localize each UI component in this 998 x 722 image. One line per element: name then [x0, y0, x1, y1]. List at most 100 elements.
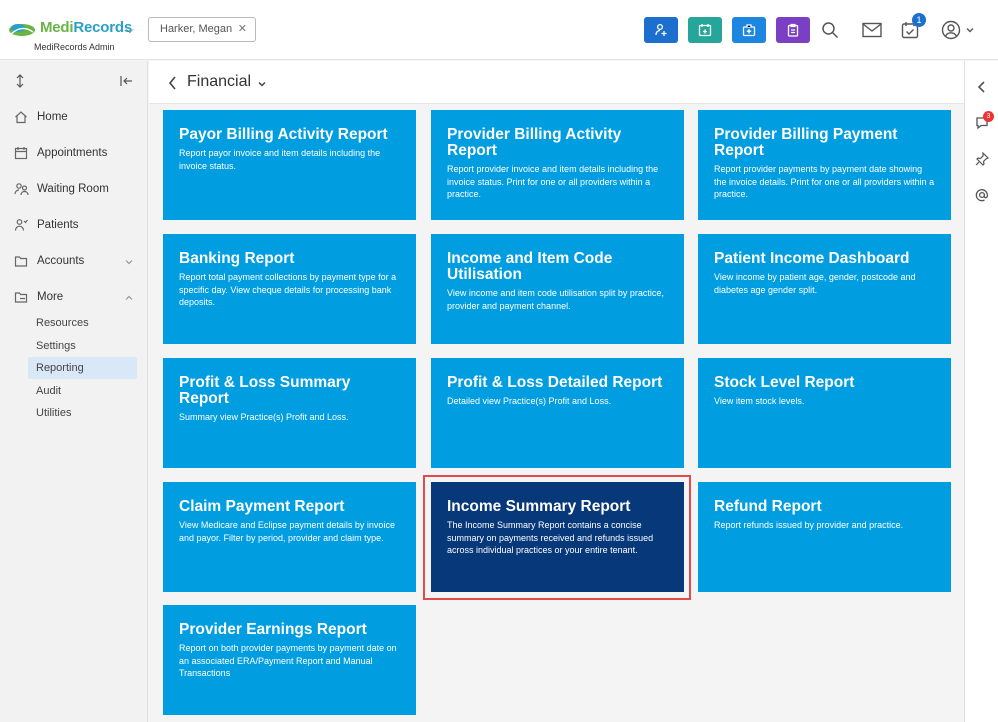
- report-card[interactable]: Banking Report Report total payment coll…: [163, 234, 416, 344]
- report-card-title: Stock Level Report: [714, 374, 855, 391]
- people-icon: [13, 181, 29, 197]
- main-content: Financial Payor Billing Activity Report …: [149, 61, 964, 722]
- rail-expand-button[interactable]: [972, 77, 992, 97]
- chevron-down-icon[interactable]: [257, 79, 267, 89]
- report-card-title: Claim Payment Report: [179, 498, 345, 515]
- calendar-add-icon: [698, 24, 712, 37]
- sidebar-item-patients[interactable]: Patients: [0, 211, 148, 239]
- pin-icon: [975, 152, 989, 166]
- sidebar-subitem-audit[interactable]: Audit: [28, 380, 137, 402]
- report-card[interactable]: Claim Payment Report View Medicare and E…: [163, 482, 416, 592]
- brand-subtitle: MediRecords Admin: [34, 42, 115, 52]
- notification-badge: 3: [983, 111, 994, 122]
- medical-case-icon: [742, 24, 756, 37]
- report-card-description: Report total payment collections by paym…: [179, 272, 397, 307]
- report-card[interactable]: Refund Report Report refunds issued by p…: [698, 482, 951, 592]
- report-card[interactable]: Provider Billing Payment Report Report p…: [698, 110, 951, 220]
- report-card-description: Report refunds issued by provider and pr…: [714, 520, 904, 530]
- sidebar-item-waiting-room[interactable]: Waiting Room: [0, 175, 148, 203]
- user-menu-button[interactable]: [938, 18, 978, 42]
- add-patient-button[interactable]: [644, 17, 678, 43]
- report-card[interactable]: Stock Level Report View item stock level…: [698, 358, 951, 468]
- sidebar-item-home[interactable]: Home: [0, 103, 148, 131]
- report-card-description: View income by patient age, gender, post…: [714, 272, 916, 295]
- mail-icon: [862, 22, 882, 38]
- sidebar-subitem-settings[interactable]: Settings: [28, 335, 137, 357]
- patient-name: Harker, Megan: [160, 23, 233, 35]
- report-card-title: Patient Income Dashboard: [714, 250, 910, 267]
- right-rail: 3: [964, 61, 998, 722]
- sidebar-item-appointments[interactable]: Appointments: [0, 139, 148, 167]
- report-card-description: Report payor invoice and item details in…: [179, 148, 381, 171]
- chevron-down-icon[interactable]: ⌵: [126, 25, 134, 36]
- sidebar-subitem-resources[interactable]: Resources: [28, 312, 137, 334]
- chevron-up-icon: [125, 295, 133, 300]
- report-card-description: Report provider payments by payment date…: [714, 164, 935, 199]
- report-card-title: Profit & Loss Summary Report: [179, 374, 351, 407]
- report-card-selected[interactable]: Income Summary Report The Income Summary…: [431, 482, 684, 592]
- top-bar: MediRecords ⌵ MediRecords Admin Harker, …: [0, 0, 998, 60]
- collapse-sidebar-icon[interactable]: [119, 74, 133, 88]
- folder-icon: [13, 253, 29, 269]
- sidebar-item-label: Waiting Room: [37, 183, 109, 195]
- sidebar-item-accounts[interactable]: Accounts: [0, 247, 148, 275]
- sidebar-item-label: Accounts: [37, 255, 85, 267]
- report-card[interactable]: Profit & Loss Summary Report Summary vie…: [163, 358, 416, 468]
- active-patient-chip[interactable]: Harker, Megan ✕: [148, 17, 256, 42]
- page-title[interactable]: Financial: [187, 73, 251, 91]
- report-card-title: Income and Item Code Utilisation: [447, 250, 613, 283]
- logo-leaf-icon: [9, 24, 35, 36]
- report-card-description: Detailed view Practice(s) Profit and Los…: [447, 396, 612, 406]
- rail-mention-button[interactable]: [972, 185, 992, 205]
- report-card-title: Refund Report: [714, 498, 822, 515]
- rail-pin-button[interactable]: [972, 149, 992, 169]
- calendar-icon: [13, 145, 29, 161]
- report-card-title: Banking Report: [179, 250, 295, 267]
- report-card-title: Provider Earnings Report: [179, 621, 367, 638]
- chevron-down-icon: [125, 260, 133, 265]
- sidebar-item-label: Home: [37, 111, 68, 123]
- report-card-description: The Income Summary Report contains a con…: [447, 520, 654, 555]
- report-card-description: Summary view Practice(s) Profit and Loss…: [179, 412, 349, 422]
- page-header: Financial: [149, 61, 964, 104]
- report-card[interactable]: Patient Income Dashboard View income by …: [698, 234, 951, 344]
- search-icon: [822, 22, 839, 39]
- sidebar-subitem-utilities[interactable]: Utilities: [28, 402, 137, 424]
- sidebar-item-label: More: [37, 291, 64, 303]
- sidebar-item-label: Appointments: [37, 147, 108, 159]
- add-user-icon: [655, 23, 667, 36]
- folder-open-icon: [13, 289, 29, 305]
- report-card-description: View item stock levels.: [714, 396, 805, 406]
- new-appointment-button[interactable]: [688, 17, 722, 43]
- report-card-title: Provider Billing Payment Report: [714, 126, 898, 159]
- new-task-button[interactable]: [776, 17, 810, 43]
- messages-button[interactable]: [860, 18, 884, 42]
- sidebar-subitem-reporting[interactable]: Reporting: [28, 357, 137, 379]
- user-avatar-icon: [941, 20, 961, 40]
- sidebar: Home Appointments Waiting Room Patients …: [0, 61, 148, 722]
- report-card-description: View Medicare and Eclipse payment detail…: [179, 520, 395, 543]
- sidebar-item-more[interactable]: More: [0, 283, 148, 311]
- report-card[interactable]: Income and Item Code Utilisation View in…: [431, 234, 684, 344]
- clipboard-icon: [787, 23, 799, 37]
- search-button[interactable]: [818, 18, 842, 42]
- sidebar-toolbar: [0, 61, 148, 101]
- expand-vertical-icon[interactable]: [14, 74, 26, 88]
- report-card-description: View income and item code utilisation sp…: [447, 288, 664, 311]
- report-card[interactable]: Profit & Loss Detailed Report Detailed v…: [431, 358, 684, 468]
- chevron-left-icon: [977, 81, 985, 93]
- back-chevron-icon[interactable]: [167, 75, 179, 91]
- sidebar-item-label: Patients: [37, 219, 79, 231]
- report-card[interactable]: Provider Billing Activity Report Report …: [431, 110, 684, 220]
- patient-icon: [13, 217, 29, 233]
- new-encounter-button[interactable]: [732, 17, 766, 43]
- report-card[interactable]: Provider Earnings Report Report on both …: [163, 605, 416, 715]
- brand-name: MediRecords: [40, 19, 132, 36]
- report-card-title: Profit & Loss Detailed Report: [447, 374, 663, 391]
- app-logo[interactable]: MediRecords ⌵ MediRecords Admin: [6, 10, 136, 54]
- chevron-down-icon: [966, 28, 974, 33]
- close-icon[interactable]: ✕: [238, 18, 247, 41]
- report-card-description: Report on both provider payments by paym…: [179, 643, 397, 678]
- report-card[interactable]: Payor Billing Activity Report Report pay…: [163, 110, 416, 220]
- report-card-description: Report provider invoice and item details…: [447, 164, 659, 199]
